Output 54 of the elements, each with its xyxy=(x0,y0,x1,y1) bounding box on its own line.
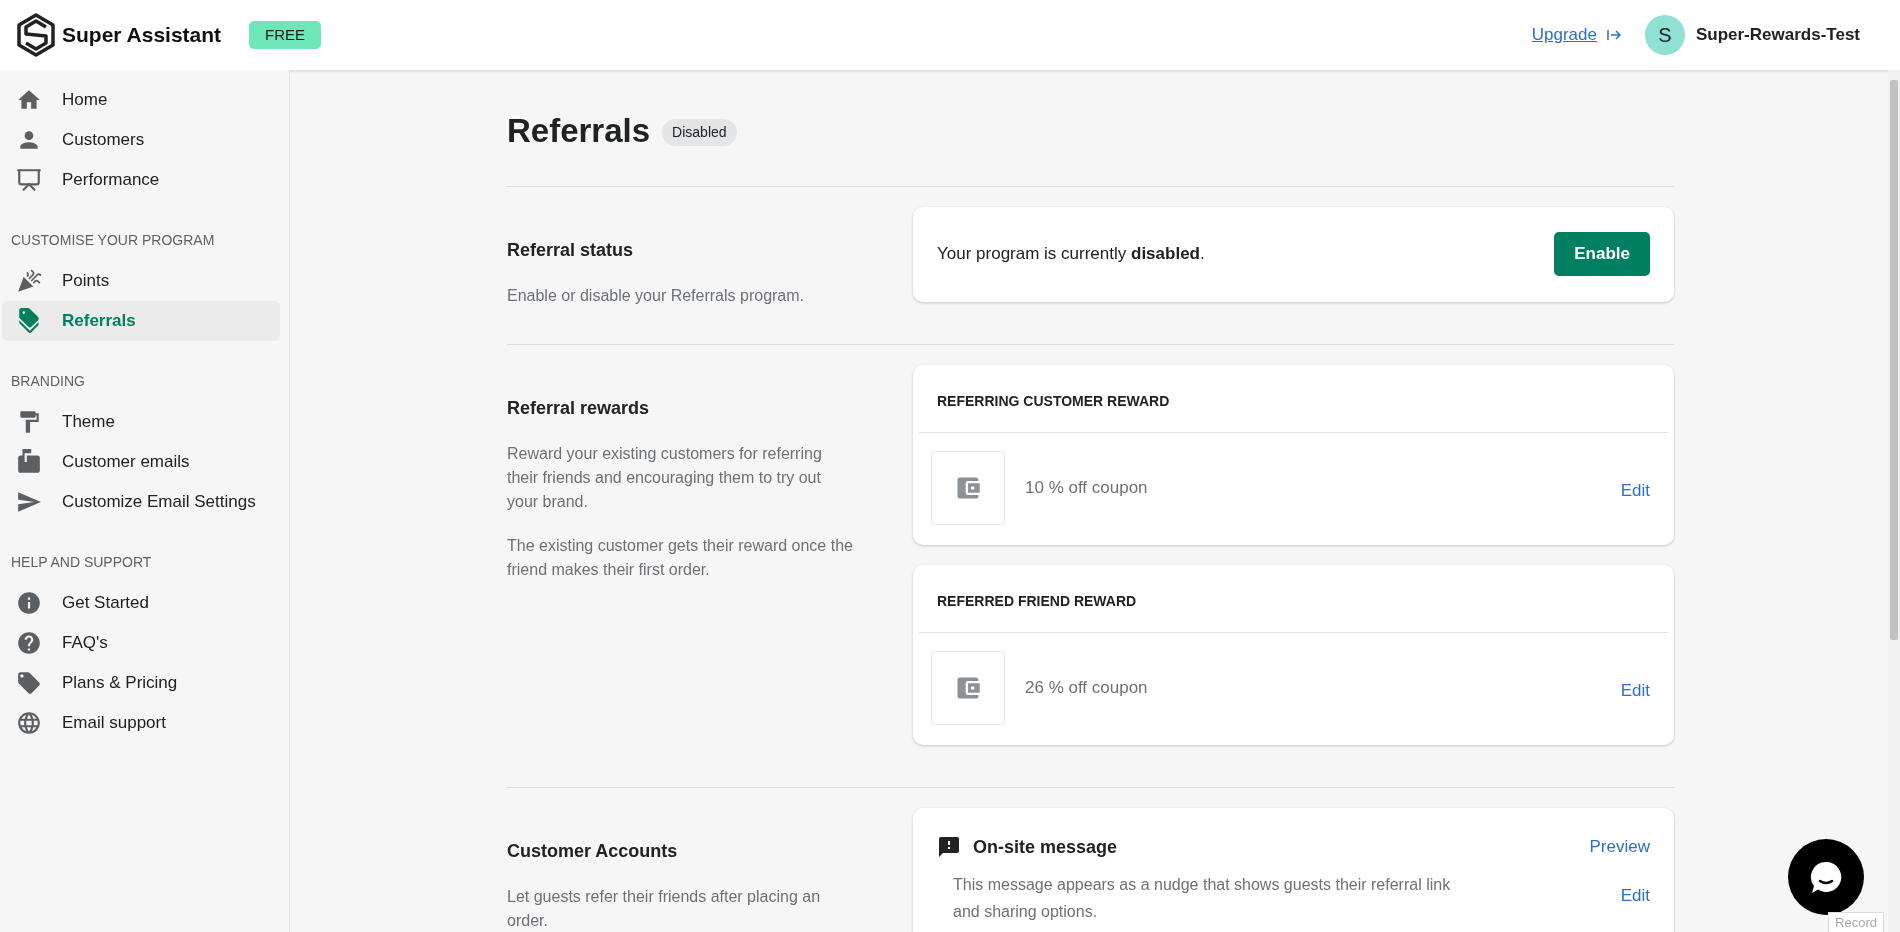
upgrade-link[interactable]: Upgrade xyxy=(1531,22,1597,48)
sidebar-item[interactable]: Points xyxy=(2,261,280,301)
sidebar-item[interactable]: Home xyxy=(2,80,280,120)
arrow-right-to-line-icon xyxy=(1606,29,1621,41)
page-title: Referrals xyxy=(507,111,651,151)
card-heading: REFERRING CUSTOMER REWARD xyxy=(936,391,1171,411)
sidebar-item[interactable]: Referrals xyxy=(2,301,280,341)
card-title: On-site message xyxy=(973,835,1118,859)
sidebar-item[interactable]: Email support xyxy=(2,703,280,743)
status-message: Your program is currently disabled. xyxy=(937,243,1205,266)
party-popper-icon xyxy=(16,268,42,294)
account-name: Super-Rewards-Test xyxy=(1695,24,1860,47)
sidebar-item[interactable]: Customers xyxy=(2,120,280,160)
tag-icon xyxy=(16,670,42,696)
sidebar-section-heading: BRANDING xyxy=(10,372,86,391)
sidebar-item[interactable]: Get Started xyxy=(2,583,280,623)
sidebar-item[interactable]: FAQ's xyxy=(2,623,280,663)
section-description: Reward your existing customers for referring their friends and encouraging them to try out your brand. xyxy=(507,443,823,512)
send-icon xyxy=(16,489,42,515)
section-description: Let guests refer their friends after placing an order. xyxy=(507,886,822,931)
sidebar-item[interactable]: Theme xyxy=(2,402,280,442)
presentation-chart-icon xyxy=(16,167,42,193)
card-heading: REFERRED FRIEND REWARD xyxy=(936,591,1138,611)
edit-link[interactable]: Edit xyxy=(1620,477,1650,504)
section-description: The existing customer gets their reward once the friend makes their first order. xyxy=(507,535,853,580)
sidebar-item[interactable]: Plans & Pricing xyxy=(2,663,280,703)
edit-link[interactable]: Edit xyxy=(1620,677,1650,704)
scrollbar[interactable] xyxy=(1888,70,1900,932)
enable-button[interactable]: Enable xyxy=(1554,232,1650,276)
sidebar-section-heading: CUSTOMISE YOUR PROGRAM xyxy=(10,231,216,250)
logo-icon xyxy=(16,13,56,57)
preview-link[interactable]: Preview xyxy=(1589,834,1650,860)
sidebar-section-heading: HELP AND SUPPORT xyxy=(10,553,153,572)
feedback-icon xyxy=(937,835,961,859)
sidebar-item[interactable]: Performance xyxy=(2,160,280,200)
status-badge: Disabled xyxy=(662,119,737,147)
section-title: Referral status xyxy=(507,238,635,262)
help-icon xyxy=(16,630,42,656)
info-icon xyxy=(16,590,42,616)
message-description: This message appears as a nudge that shows guests their referral link and sharing options. xyxy=(953,874,1452,922)
reward-text: 10 % off coupon xyxy=(1025,476,1148,499)
brand-name: Super Assistant xyxy=(62,22,222,49)
globe-icon xyxy=(16,710,42,736)
mailbox-icon xyxy=(16,449,42,475)
chat-bubble-icon xyxy=(1808,859,1844,895)
section-title: Referral rewards xyxy=(507,396,651,420)
avatar[interactable]: S xyxy=(1644,15,1685,55)
reward-text: 26 % off coupon xyxy=(1025,676,1148,699)
section-description: Enable or disable your Referrals program. xyxy=(507,285,806,306)
section-title: Customer Accounts xyxy=(507,839,679,863)
edit-link[interactable]: Edit xyxy=(1620,882,1650,908)
sidebar-item[interactable]: Customer emails xyxy=(2,442,280,482)
plan-badge: FREE xyxy=(249,20,322,50)
sidebar-item[interactable]: Customize Email Settings xyxy=(2,482,280,522)
